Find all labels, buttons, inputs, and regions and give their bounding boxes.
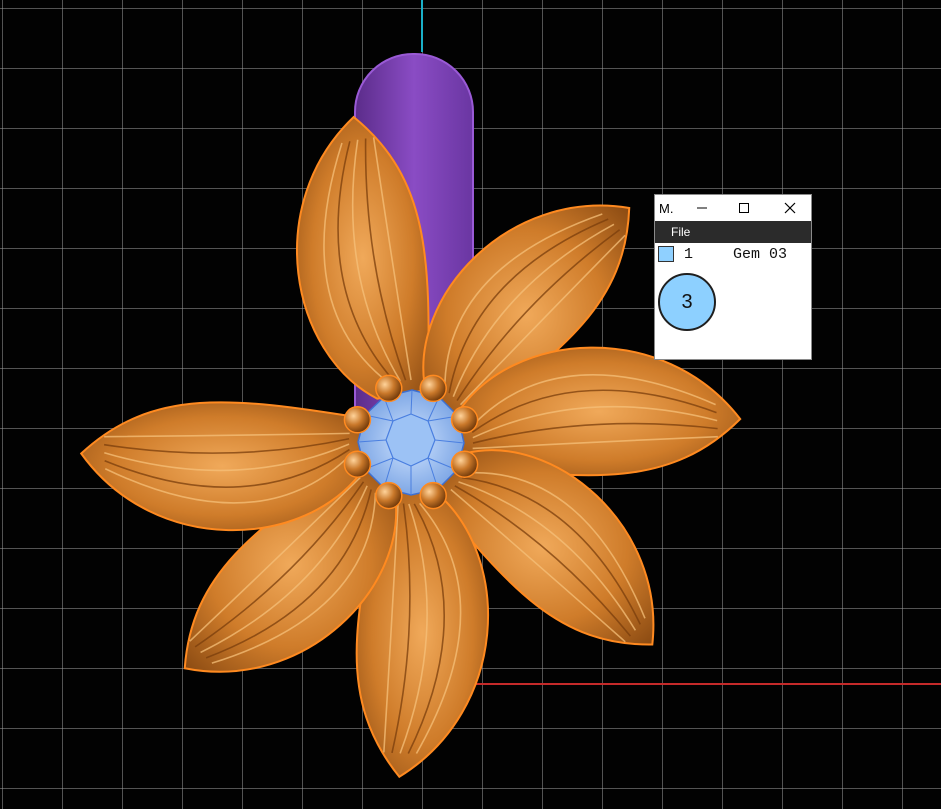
close-icon — [784, 202, 796, 214]
prong — [343, 406, 372, 434]
window-menubar: File — [655, 221, 811, 243]
prong — [343, 450, 372, 478]
window-title: M. — [659, 200, 674, 216]
prong — [375, 481, 403, 510]
close-button[interactable] — [775, 195, 805, 221]
prong — [419, 374, 447, 403]
maximize-icon — [739, 203, 749, 213]
gem-index: 1 — [684, 245, 694, 263]
prong — [450, 450, 479, 478]
maximize-button[interactable] — [729, 195, 759, 221]
minimize-button[interactable] — [687, 195, 717, 221]
prong — [419, 481, 447, 510]
gem-list-row[interactable]: 1 Gem 03 — [655, 243, 811, 265]
menu-file[interactable]: File — [655, 225, 690, 239]
prong — [450, 406, 479, 434]
gem-name: Gem 03 — [733, 245, 788, 263]
prong — [375, 374, 403, 403]
minimize-icon — [697, 207, 707, 209]
window-titlebar[interactable]: M. — [655, 195, 811, 221]
gem-list-window[interactable]: M. File 1 Gem 03 3 — [654, 194, 812, 360]
3d-viewport[interactable] — [0, 0, 941, 809]
gem-color-swatch[interactable] — [658, 246, 674, 262]
scene-canvas[interactable] — [0, 0, 941, 809]
gem-count-badge[interactable]: 3 — [658, 273, 716, 331]
